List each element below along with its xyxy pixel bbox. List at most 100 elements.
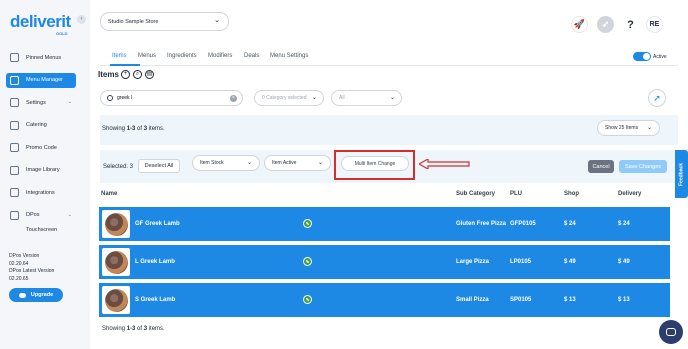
table-row[interactable]: GF Greek Lamb Gluten Free Pizza GFP0105 … [99,207,670,241]
help-icon[interactable]: ? [622,16,639,33]
chevron-down-icon: ⌄ [67,211,72,218]
tab-bar: Items Menus Ingredients Modifiers Deals … [100,46,678,66]
chevron-down-icon: ⌄ [67,99,72,105]
chat-button[interactable] [659,320,683,344]
category-filter[interactable]: 0 Category selected ⌄ [254,90,324,106]
promo-icon [10,143,19,152]
sidebar-item-label: DPos [26,212,40,218]
chevron-down-icon: ⌄ [317,160,323,166]
search-input[interactable] [117,95,227,101]
store-select-value: Studio Sample Store [108,18,159,25]
per-page-value: Show 25 Items [605,125,639,131]
arrow-annotation-icon [419,159,470,169]
upgrade-button[interactable]: Upgrade [9,288,63,302]
dpos-version-label: DPos Version [9,253,40,259]
item-sub-category: Large Pizza [456,259,490,265]
item-plu: LP0105 [510,259,532,265]
item-sub-category: Gluten Free Pizza [456,221,507,227]
brand-logo: deliverit [10,12,71,31]
veg-leaf-icon [303,257,312,266]
sidebar-item-menu-manager[interactable]: Menu Manager [6,72,76,88]
deselect-all-button[interactable]: Deselect All [138,159,180,173]
showing-count: Showing 1-3 of 3 items. [102,126,165,132]
pin-icon [10,53,19,62]
sidebar-item-dpos[interactable]: DPos ⌄ [6,208,76,223]
save-changes-button[interactable]: Save Changes [619,160,667,173]
tab-menu-settings[interactable]: Menu Settings [270,53,308,59]
veg-leaf-icon [303,295,312,304]
cancel-button[interactable]: Cancel [588,160,614,173]
sidebar-nav: Pinned Menus Menu Manager Settings ⌄ Cat… [6,50,76,237]
store-select[interactable]: Studio Sample Store ⌄ [100,12,229,31]
item-stock-select[interactable]: Item Stock ⌄ [192,155,260,171]
sidebar-item-integrations[interactable]: Integrations [6,185,76,200]
image-icon [10,165,19,175]
tab-ingredients[interactable]: Ingredients [167,53,197,59]
column-header-sub-category: Sub Category [456,191,496,197]
tab-deals[interactable]: Deals [244,53,259,59]
chevron-down-icon: ⌄ [311,95,317,101]
item-delivery-price: $ 49 [618,259,630,265]
tab-items[interactable]: Items [112,53,127,59]
per-page-select[interactable]: Show 25 Items ⌄ [597,120,660,136]
brand-sub: GOLD [56,31,68,36]
avatar[interactable]: RE [646,16,663,33]
feedback-tab[interactable]: Feedback [675,150,688,198]
chat-icon [666,328,676,336]
active-toggle[interactable] [633,52,651,61]
menu-icon [10,75,19,85]
sidebar-item-label: Promo Code [26,144,57,151]
veg-leaf-icon [303,219,312,228]
item-active-value: Item Active [272,160,297,166]
pizza-image [104,250,128,274]
sidebar-item-label: Settings [26,99,46,106]
item-thumbnail [102,210,130,238]
column-header-plu: PLU [510,191,522,197]
archive-icon[interactable]: ▤ [145,70,154,79]
upgrade-label: Upgrade [30,292,54,298]
tab-modifiers[interactable]: Modifiers [208,53,232,59]
column-header-delivery: Delivery [618,191,642,197]
item-active-select[interactable]: Item Active ⌄ [264,155,331,171]
search-icon[interactable]: ⌕ [133,70,142,79]
status-filter[interactable]: All ⌄ [331,90,402,106]
multi-item-change-button[interactable]: Multi Item Change [341,156,409,171]
table-row[interactable]: L Greek Lamb Large Pizza LP0105 $ 49 $ 4… [99,245,670,279]
sidebar-item-label: Catering [26,122,47,128]
page-title: Items [98,70,119,79]
pizza-image [104,288,128,312]
item-sub-category: Small Pizza [456,297,489,303]
pizza-image [104,212,128,236]
sidebar-item-image-library[interactable]: Image Library [6,163,76,178]
dpos-version-value: 02.20.64 [9,261,29,267]
sidebar-item-pinned-menus[interactable]: Pinned Menus [6,50,76,65]
rocket-icon[interactable]: 🚀 [571,16,588,33]
sidebar-item-promo-code[interactable]: Promo Code [6,140,76,155]
item-plu: GFP0105 [510,221,536,227]
item-name: L Greek Lamb [135,259,175,265]
column-header-name: Name [101,191,118,197]
item-plu: SP0105 [510,297,532,303]
integrations-icon [10,188,19,197]
item-stock-value: Item Stock [200,160,224,166]
sidebar-item-catering[interactable]: Catering [6,118,76,133]
sidebar-subitem-touchscreen[interactable]: Touchscreen [6,227,76,237]
collapse-sidebar-button[interactable]: ‹ [77,15,86,24]
item-thumbnail [102,248,130,276]
dpos-latest-value: 02.20.65 [9,276,29,282]
add-item-icon[interactable]: + [121,70,130,79]
item-delivery-price: $ 13 [618,297,630,303]
dpos-latest-label: DPos Latest Version [9,268,55,274]
catering-icon [10,120,19,130]
table-row[interactable]: S Greek Lamb Small Pizza SP0105 $ 13 $ 1… [99,283,670,317]
rocket-disabled-icon[interactable]: ➶ [597,16,614,33]
column-header-shop: Shop [564,191,579,197]
active-tab-indicator [110,64,140,66]
cursor-select-icon[interactable]: ➚ [648,89,666,107]
sidebar-item-settings[interactable]: Settings ⌄ [6,95,76,110]
tab-menus[interactable]: Menus [138,53,156,59]
item-thumbnail [102,286,130,314]
status-filter-value: All [339,95,345,101]
clear-search-icon[interactable]: × [230,95,237,102]
item-name: GF Greek Lamb [135,221,180,227]
